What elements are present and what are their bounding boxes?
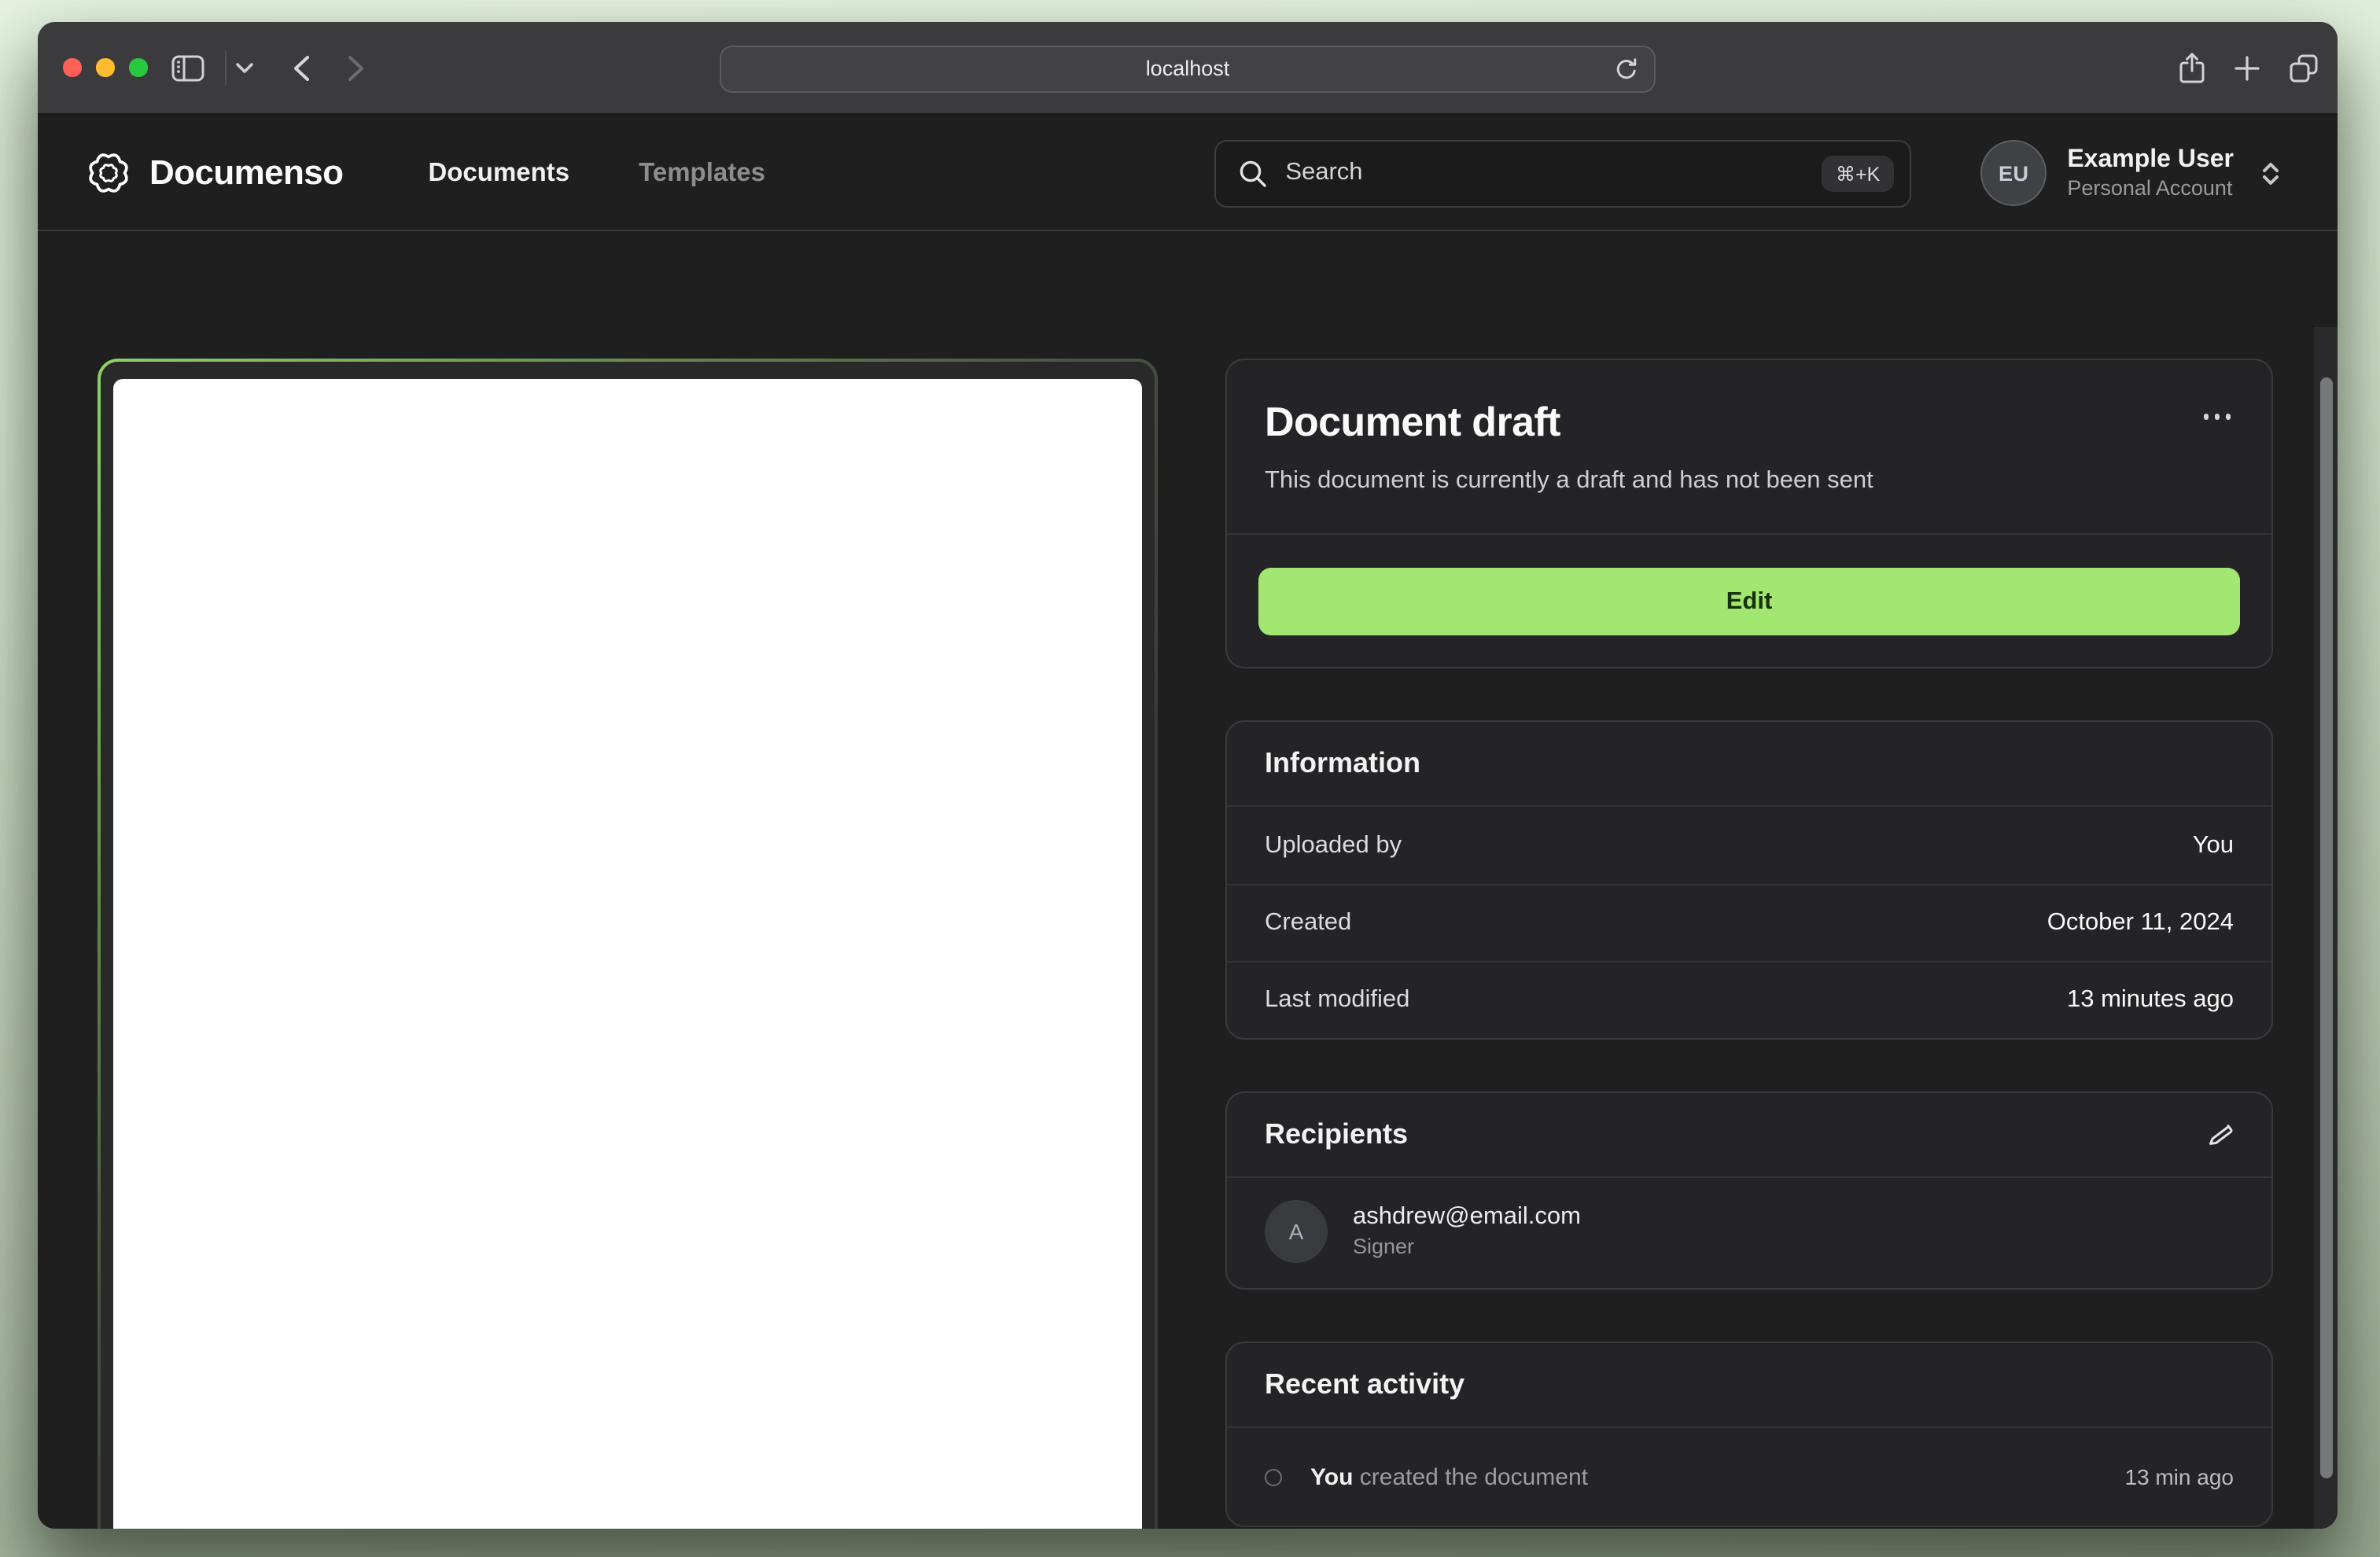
browser-toolbar: localhost xyxy=(38,22,2338,115)
reload-icon[interactable] xyxy=(1613,56,1640,83)
account-type: Personal Account xyxy=(2067,175,2233,200)
minimize-window-button[interactable] xyxy=(96,58,114,77)
document-status-card: Document draft This document is currentl… xyxy=(1225,359,2273,668)
information-card: Information Uploaded by You Created Octo… xyxy=(1225,720,2273,1040)
forward-button[interactable] xyxy=(347,54,364,81)
toolbar-right-actions xyxy=(2179,22,2319,115)
tab-overview-icon[interactable] xyxy=(2289,53,2319,83)
activity-action: created the document xyxy=(1353,1463,1588,1490)
recipient-row: A ashdrew@email.com Signer xyxy=(1227,1178,2271,1288)
search-input[interactable]: Search ⌘+K xyxy=(1214,139,1912,207)
desktop-background: localhost Documenso Documents Templates … xyxy=(0,0,2380,1557)
info-row-last-modified: Last modified 13 minutes ago xyxy=(1227,961,2271,1038)
window-controls xyxy=(38,58,147,77)
recipient-email: ashdrew@email.com xyxy=(1353,1203,1581,1231)
info-value: October 11, 2024 xyxy=(2047,909,2234,936)
document-status-title: Document draft xyxy=(1265,398,1560,445)
recipient-avatar: A xyxy=(1265,1200,1328,1263)
info-label: Uploaded by xyxy=(1265,831,1402,858)
info-value: 13 minutes ago xyxy=(2067,986,2234,1013)
document-page[interactable] xyxy=(113,379,1142,1529)
address-bar-url: localhost xyxy=(1145,57,1230,80)
activity-text: You created the document xyxy=(1310,1463,2096,1490)
edit-button[interactable]: Edit xyxy=(1258,568,2240,635)
account-name: Example User xyxy=(2067,145,2234,173)
brand-name: Documenso xyxy=(149,153,344,192)
app-header: Documenso Documents Templates Search ⌘+K xyxy=(38,116,2338,231)
nav-documents[interactable]: Documents xyxy=(428,158,569,188)
recipient-role: Signer xyxy=(1353,1235,1415,1259)
search-shortcut-badge: ⌘+K xyxy=(1822,155,1895,191)
zoom-window-button[interactable] xyxy=(129,58,147,77)
account-menu[interactable]: EU Example User Personal Account xyxy=(1980,140,2281,206)
activity-row: You created the document 13 min ago xyxy=(1227,1428,2271,1526)
back-button[interactable] xyxy=(292,54,309,81)
detail-sidebar: Document draft This document is currentl… xyxy=(1225,359,2273,1527)
scrollbar-thumb[interactable] xyxy=(2320,377,2333,1478)
sidebar-toggle-icon[interactable] xyxy=(171,54,204,81)
address-bar[interactable]: localhost xyxy=(720,45,1656,92)
info-label: Created xyxy=(1265,909,1352,936)
close-window-button[interactable] xyxy=(63,58,81,77)
activity-time: 13 min ago xyxy=(2124,1464,2234,1489)
account-avatar: EU xyxy=(1980,140,2047,206)
browser-window: localhost Documenso Documents Templates … xyxy=(38,22,2338,1529)
document-preview-frame xyxy=(98,359,1158,1529)
recent-activity-card: Recent activity You created the document… xyxy=(1225,1342,2273,1527)
documenso-logo-icon xyxy=(85,149,132,197)
scrollbar-track[interactable] xyxy=(2314,327,2338,1529)
sidebar-chevron-down-icon[interactable] xyxy=(235,62,252,73)
search-icon xyxy=(1238,158,1268,188)
chevron-up-down-icon xyxy=(2260,158,2281,188)
information-title: Information xyxy=(1265,747,1420,778)
info-row-uploaded-by: Uploaded by You xyxy=(1227,807,2271,884)
info-label: Last modified xyxy=(1265,986,1410,1013)
recipients-title: Recipients xyxy=(1265,1118,1409,1150)
edit-recipients-pencil-icon[interactable] xyxy=(2207,1121,2234,1148)
main-nav: Documents Templates xyxy=(428,158,765,188)
document-status-subtitle: This document is currently a draft and h… xyxy=(1265,467,1873,494)
recipients-card: Recipients A ashdrew@email.com Signer xyxy=(1225,1091,2273,1290)
nav-templates[interactable]: Templates xyxy=(639,158,765,188)
info-value: You xyxy=(2192,831,2234,858)
search-placeholder: Search xyxy=(1285,159,1363,186)
activity-status-circle-icon xyxy=(1265,1468,1282,1485)
more-options-icon[interactable] xyxy=(2200,398,2234,435)
share-icon[interactable] xyxy=(2179,52,2205,85)
toolbar-divider xyxy=(224,50,226,85)
info-row-created: Created October 11, 2024 xyxy=(1227,884,2271,961)
brand[interactable]: Documenso xyxy=(85,149,344,197)
main-content: Document draft This document is currentl… xyxy=(38,327,2338,1529)
document-preview-inner xyxy=(101,362,1155,1529)
recent-activity-title: Recent activity xyxy=(1265,1368,1465,1400)
documenso-app: Documenso Documents Templates Search ⌘+K xyxy=(38,116,2338,1529)
new-tab-icon[interactable] xyxy=(2234,55,2260,82)
activity-actor: You xyxy=(1310,1463,1354,1490)
